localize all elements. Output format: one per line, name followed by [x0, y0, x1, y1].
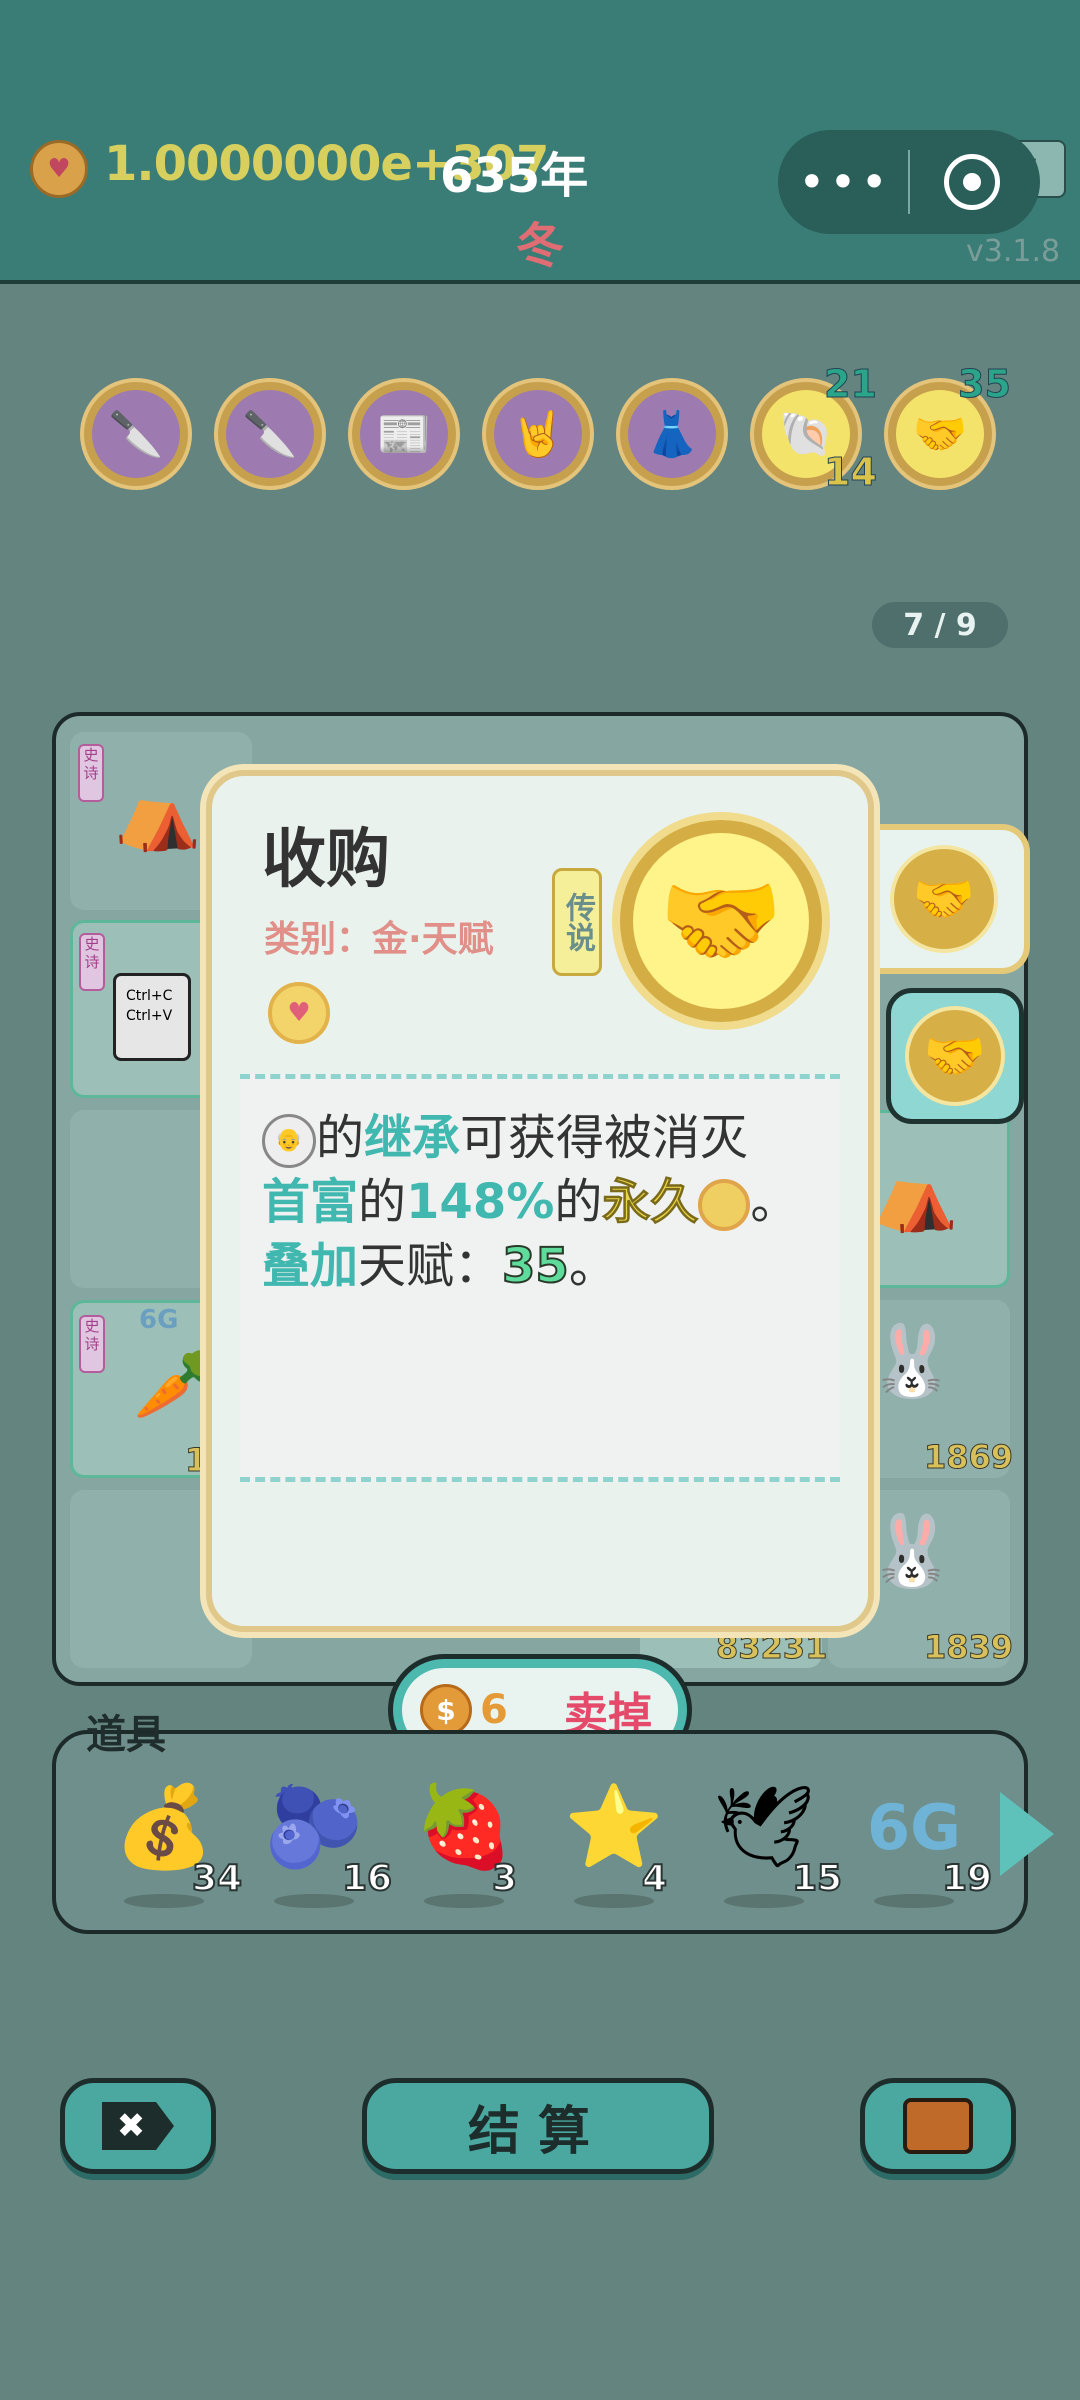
bunny-icon: 🐰 — [868, 1510, 956, 1592]
item-count: 16 — [341, 1857, 393, 1900]
item-count: 3 — [491, 1857, 518, 1900]
popup-category: 类别：金·天赋 — [264, 919, 494, 960]
top-bar-divider — [0, 280, 1080, 284]
selected-talent-tab[interactable]: 🤝 — [864, 824, 1030, 974]
handshake-icon: 🤝 — [612, 812, 830, 1030]
copy-paste-keys-icon: Ctrl+C Ctrl+V — [113, 973, 191, 1061]
popup-title: 收购 — [262, 823, 390, 897]
bag-button[interactable] — [860, 2078, 1016, 2174]
time-magazine-icon: 📰 — [360, 390, 448, 478]
bunny-icon: 🐰 — [868, 1320, 956, 1402]
sell-price: 6 — [480, 1687, 508, 1733]
close-icon: ✖ — [102, 2102, 174, 2150]
more-menu-icon[interactable]: ••• — [798, 150, 890, 214]
old-man-icon: 👴 — [262, 1114, 316, 1168]
description-line-3: 叠加天赋：35。 — [262, 1237, 617, 1295]
cell-count: 1869 — [923, 1438, 1014, 1477]
season-label: 冬 — [516, 218, 565, 274]
talent-count-bottom: 14 — [824, 450, 878, 495]
close-miniprogram-icon[interactable] — [944, 154, 1000, 210]
page-indicator: 7 / 9 — [872, 602, 1008, 648]
dollar-coin-icon: $ — [420, 1684, 472, 1736]
handshake-icon: 🤝 — [905, 1006, 1005, 1106]
settle-label: 结算 — [467, 2101, 608, 2162]
cleaver-icon: 🔪 — [226, 390, 314, 478]
briefcase-icon — [903, 2098, 973, 2154]
epic-badge: 史诗 — [79, 933, 105, 991]
item-count: 4 — [641, 1857, 668, 1900]
talent-slot[interactable]: 👗 — [616, 378, 728, 490]
talent-tab[interactable]: 🤝 — [886, 988, 1024, 1124]
handshake-icon: 🤝 — [890, 845, 998, 953]
cell-count: 1839 — [923, 1628, 1014, 1667]
bunny-tent-icon: ⛺ — [114, 772, 202, 854]
talent-count-top: 35 — [958, 362, 1012, 407]
heart-coin-icon: ♥ — [30, 140, 88, 198]
cell-count: 83231 — [715, 1628, 828, 1667]
6g-label: 6G — [139, 1305, 179, 1335]
item-count: 19 — [941, 1857, 993, 1900]
description-line-2: 首富的148%的永久。 — [262, 1174, 799, 1231]
heart-coin-icon — [698, 1179, 751, 1231]
heart-coin-icon: ♥ — [268, 982, 330, 1044]
rarity-badge: 传说 — [552, 868, 602, 976]
bunny-tent-icon: ⛺ — [871, 1153, 959, 1235]
talent-slot[interactable]: 🔪 — [80, 378, 192, 490]
capsule-divider — [908, 150, 910, 214]
talent-slot[interactable]: 📰 — [348, 378, 460, 490]
talent-slot[interactable]: 🤘 — [482, 378, 594, 490]
talent-slot[interactable]: 🔪 — [214, 378, 326, 490]
version-label: v3.1.8 — [966, 234, 1061, 269]
close-button[interactable]: ✖ — [60, 2078, 216, 2174]
skirt-icon: 👗 — [628, 390, 716, 478]
settle-button[interactable]: 结算 — [362, 2078, 714, 2174]
talent-count-top: 21 — [824, 362, 878, 407]
cleaver-icon: 🔪 — [92, 390, 180, 478]
items-label: 道具 — [86, 1712, 166, 1758]
next-arrow-icon[interactable] — [1000, 1792, 1054, 1876]
year-label: 635年 — [440, 148, 589, 204]
rock-hand-icon: 🤘 — [494, 390, 582, 478]
item-count: 15 — [791, 1857, 843, 1900]
item-count: 34 — [191, 1857, 243, 1900]
epic-badge: 史诗 — [78, 744, 104, 802]
description-line-1: 👴 的继承可获得被消灭 — [262, 1098, 748, 1168]
epic-badge: 史诗 — [79, 1315, 105, 1373]
